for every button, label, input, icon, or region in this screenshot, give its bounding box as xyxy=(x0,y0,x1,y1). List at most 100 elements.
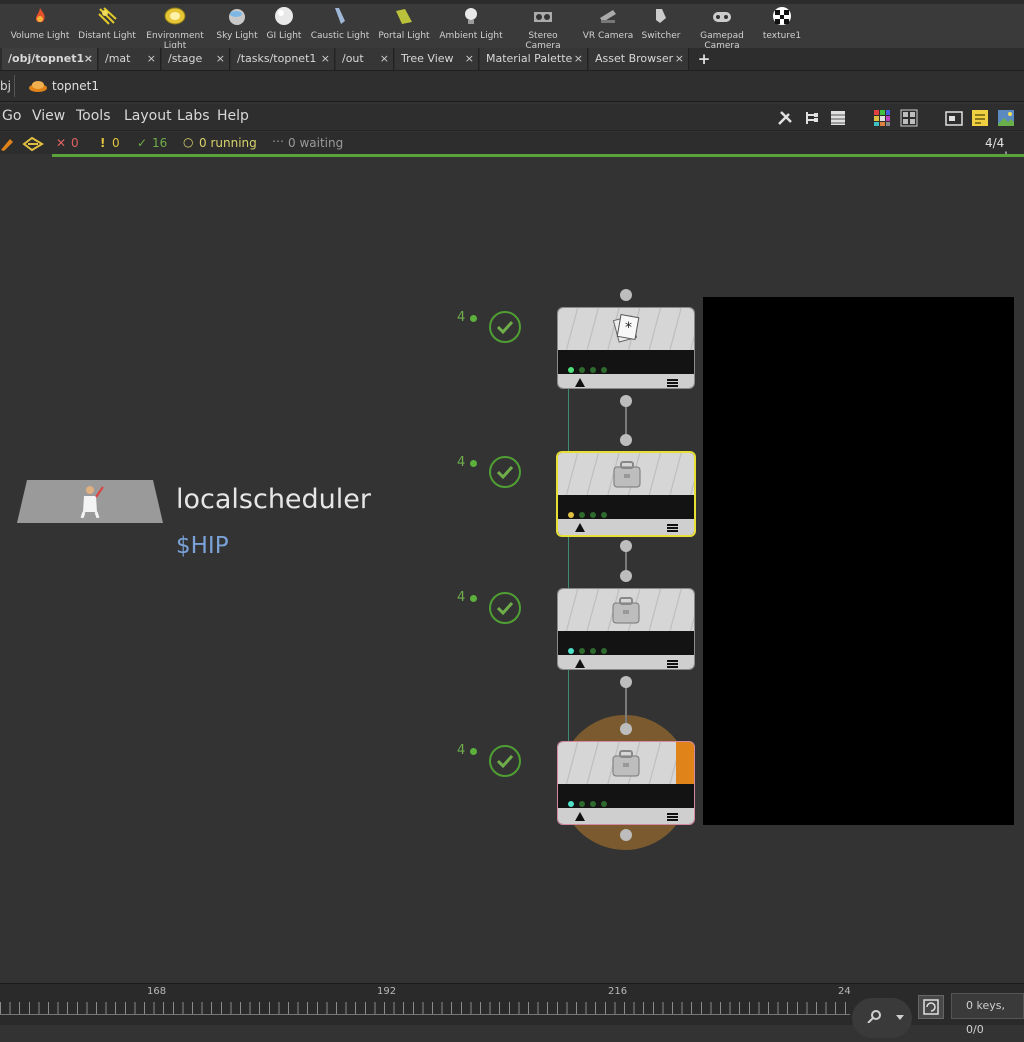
close-icon[interactable]: × xyxy=(675,48,684,70)
close-icon[interactable]: × xyxy=(465,48,474,70)
work-item-count: 4 xyxy=(457,743,466,758)
volume-light-tool[interactable]: Volume Light xyxy=(8,6,72,41)
menu-help[interactable]: Help xyxy=(217,108,249,124)
top-node-3[interactable] xyxy=(557,588,695,670)
background-image-icon[interactable] xyxy=(997,109,1015,127)
tab-asset-browser[interactable]: Asset Browser × xyxy=(589,48,689,70)
gamepad-camera-icon xyxy=(713,12,731,22)
work-item-dot[interactable] xyxy=(579,801,585,807)
vr-camera-tool[interactable]: VR Camera xyxy=(580,6,636,41)
sky-light-tool[interactable]: Sky Light xyxy=(212,6,262,41)
switcher-tool[interactable]: Switcher xyxy=(638,6,684,41)
tool-label: Portal Light xyxy=(378,31,430,41)
gi-light-tool[interactable]: GI Light xyxy=(264,6,304,41)
work-item-dot[interactable] xyxy=(601,801,607,807)
expand-triangle-icon[interactable] xyxy=(575,812,585,821)
work-item-dot[interactable] xyxy=(568,367,574,373)
tab-material-palette[interactable]: Material Palette × xyxy=(480,48,588,70)
output-connector[interactable] xyxy=(620,540,632,552)
close-icon[interactable]: × xyxy=(216,48,225,70)
vr-camera-icon xyxy=(600,10,616,23)
close-icon[interactable]: × xyxy=(321,48,330,70)
work-item-dot[interactable] xyxy=(601,648,607,654)
close-icon[interactable]: × xyxy=(147,48,156,70)
cooked-dot xyxy=(470,460,477,467)
top-node-4[interactable] xyxy=(557,741,695,825)
input-connector[interactable] xyxy=(620,434,632,446)
color-palette-icon[interactable] xyxy=(873,109,891,127)
task-list-icon[interactable] xyxy=(667,524,678,532)
output-connector[interactable] xyxy=(620,395,632,407)
distant-light-tool[interactable]: Distant Light xyxy=(76,6,138,41)
tab-mat[interactable]: /mat × xyxy=(99,48,161,70)
tab-tree-view[interactable]: Tree View × xyxy=(395,48,479,70)
task-list-icon[interactable] xyxy=(667,813,678,821)
close-icon[interactable]: × xyxy=(574,48,583,70)
cooked-check-badge[interactable] xyxy=(489,311,521,343)
sticky-note-icon[interactable] xyxy=(971,109,989,127)
portal-light-tool[interactable]: Portal Light xyxy=(374,6,434,41)
work-item-dot[interactable] xyxy=(579,367,585,373)
work-item-dot[interactable] xyxy=(579,512,585,518)
expand-triangle-icon[interactable] xyxy=(575,378,585,387)
work-item-dot[interactable] xyxy=(590,512,596,518)
menu-view[interactable]: View xyxy=(32,108,65,124)
close-icon[interactable]: × xyxy=(84,48,93,70)
menu-tools[interactable]: Tools xyxy=(76,108,111,124)
tree-layout-icon[interactable] xyxy=(803,109,821,127)
wrench-icon[interactable] xyxy=(776,109,794,127)
input-connector[interactable] xyxy=(620,723,632,735)
stereo-camera-tool[interactable]: Stereo Camera xyxy=(516,6,570,51)
tab-out[interactable]: /out × xyxy=(336,48,394,70)
menu-labs[interactable]: Labs xyxy=(177,108,210,124)
gi-light-icon xyxy=(275,7,293,25)
close-icon[interactable]: × xyxy=(380,48,389,70)
cook-icon[interactable] xyxy=(0,136,16,152)
environment-light-tool[interactable]: Environment Light xyxy=(144,6,206,51)
expand-triangle-icon[interactable] xyxy=(575,523,585,532)
top-node-2[interactable] xyxy=(556,451,696,537)
work-item-dot[interactable] xyxy=(568,801,574,807)
work-item-dot[interactable] xyxy=(590,367,596,373)
output-connector[interactable] xyxy=(620,829,632,841)
work-item-dot[interactable] xyxy=(568,512,574,518)
input-connector[interactable] xyxy=(620,570,632,582)
work-item-dot[interactable] xyxy=(601,512,607,518)
texture1-tool[interactable]: texture1 xyxy=(760,6,804,41)
menu-layout[interactable]: Layout xyxy=(124,108,172,124)
gamepad-camera-tool[interactable]: Gamepad Camera xyxy=(694,6,750,51)
cooked-check-badge[interactable] xyxy=(489,592,521,624)
tab-obj-topnet1[interactable]: /obj/topnet1 × xyxy=(2,48,98,70)
task-list-icon[interactable] xyxy=(667,379,678,387)
output-connector[interactable] xyxy=(620,676,632,688)
cooked-check-badge[interactable] xyxy=(489,745,521,777)
cook-output-icon[interactable] xyxy=(22,136,44,152)
input-connector[interactable] xyxy=(620,289,632,301)
cooked-dot xyxy=(470,315,477,322)
tab-tasks-topnet1[interactable]: /tasks/topnet1 × xyxy=(231,48,335,70)
caustic-light-tool[interactable]: Caustic Light xyxy=(308,6,372,41)
add-tab-button[interactable]: + xyxy=(696,48,712,70)
cooked-check-badge[interactable] xyxy=(489,456,521,488)
shape-palette-icon[interactable] xyxy=(900,109,918,127)
work-item-dot[interactable] xyxy=(590,648,596,654)
path-node[interactable]: topnet1 xyxy=(52,79,99,93)
work-item-dot[interactable] xyxy=(601,367,607,373)
timeline-ruler[interactable] xyxy=(0,1002,850,1014)
display-flag[interactable] xyxy=(676,742,694,784)
top-node-1[interactable]: * xyxy=(557,307,695,389)
task-list-icon[interactable] xyxy=(667,660,678,668)
work-item-dot[interactable] xyxy=(568,648,574,654)
path-root[interactable]: bj xyxy=(0,79,11,93)
sky-light-icon xyxy=(229,9,245,25)
auto-update-button[interactable] xyxy=(918,995,944,1019)
menu-go[interactable]: Go xyxy=(2,108,21,124)
tab-stage[interactable]: /stage × xyxy=(162,48,230,70)
list-view-icon[interactable] xyxy=(829,109,847,127)
ambient-light-tool[interactable]: Ambient Light xyxy=(436,6,506,41)
network-box-icon[interactable] xyxy=(945,109,963,127)
chevron-down-icon[interactable] xyxy=(895,1014,905,1022)
work-item-dot[interactable] xyxy=(590,801,596,807)
expand-triangle-icon[interactable] xyxy=(575,659,585,668)
work-item-dot[interactable] xyxy=(579,648,585,654)
